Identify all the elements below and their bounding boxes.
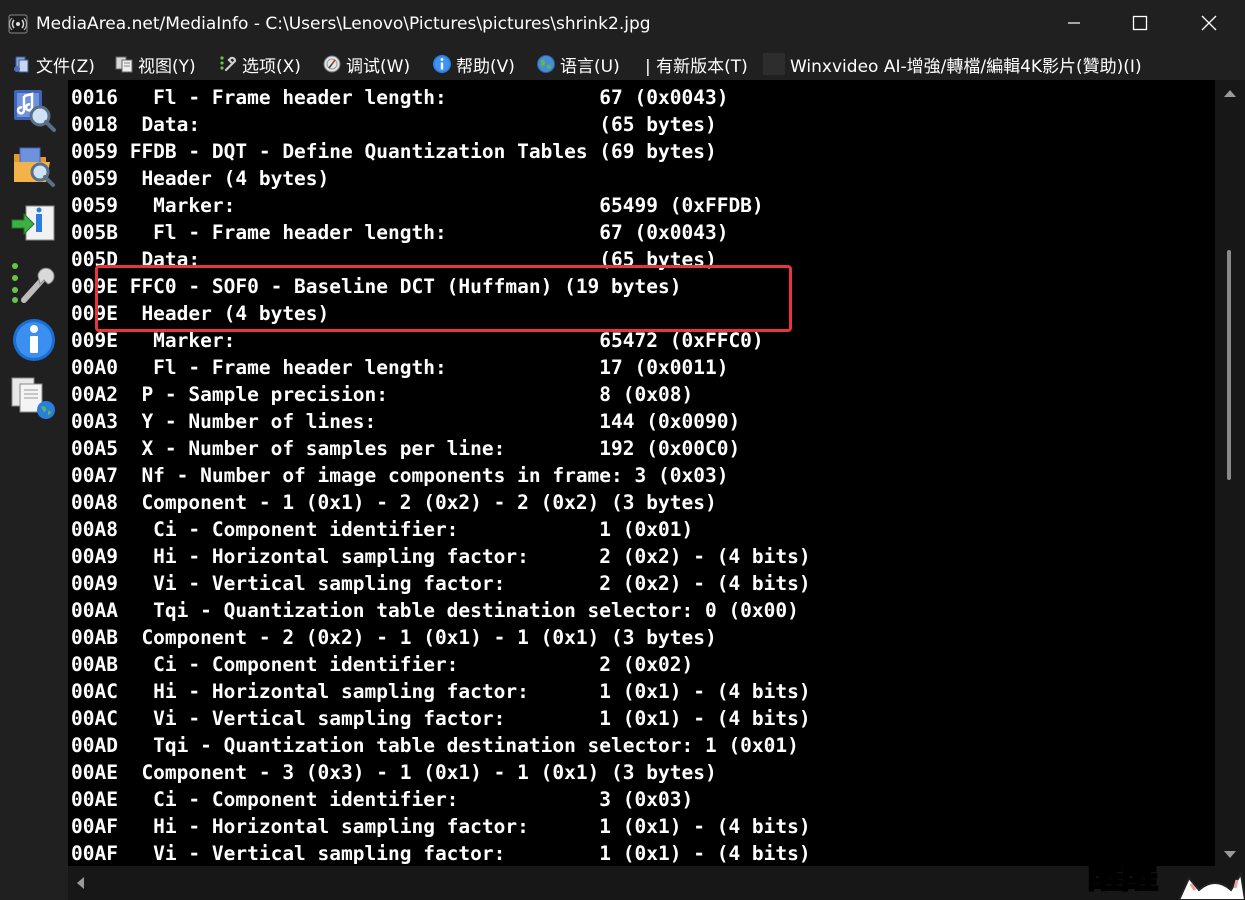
menu-help-label: 帮助(V) <box>456 56 515 77</box>
file-icon <box>12 54 32 74</box>
info-line: 0018 Data: (65 bytes) <box>71 113 717 136</box>
info-line: 00AC Vi - Vertical sampling factor: 1 (0… <box>71 707 811 730</box>
info-line: 00AD Tqi - Quantization table destinatio… <box>71 734 799 757</box>
options-icon <box>218 54 238 74</box>
menu-view[interactable]: 视图(Y) <box>114 52 196 77</box>
info-line: 00A3 Y - Number of lines: 144 (0x0090) <box>71 410 741 433</box>
open-file-icon <box>14 90 56 132</box>
menu-view-label: 视图(Y) <box>138 56 196 77</box>
info-line: 00AF Hi - Horizontal sampling factor: 1 … <box>71 815 811 838</box>
close-icon <box>1201 15 1217 31</box>
vertical-scrollbar[interactable] <box>1215 80 1245 866</box>
minimize-button[interactable] <box>1051 0 1097 46</box>
menu-language[interactable]: 语言(U) <box>536 52 620 77</box>
menu-sponsor[interactable]: Winxvideo AI-增強/轉檔/編輯4K影片(贊助)(I) <box>763 52 1142 77</box>
sidebar-toolbar <box>0 80 68 900</box>
preferences-icon <box>12 263 55 303</box>
info-line: 0059 FFDB - DQT - Define Quantization Ta… <box>71 140 717 163</box>
info-line: 00AE Ci - Component identifier: 3 (0x03) <box>71 788 694 811</box>
sidebar-preferences-button[interactable] <box>10 258 58 306</box>
cat-mascot-icon <box>1177 871 1245 900</box>
maximize-button[interactable] <box>1117 0 1163 46</box>
sponsor-icon <box>763 53 785 75</box>
info-line: 00A2 P - Sample precision: 8 (0x08) <box>71 383 694 406</box>
menu-help[interactable]: 帮助(V) <box>432 52 515 77</box>
menu-sponsor-label: Winxvideo AI-增強/轉檔/編輯4K影片(贊助)(I) <box>790 56 1142 77</box>
info-line: 00AC Hi - Horizontal sampling factor: 1 … <box>71 680 811 703</box>
info-line: 00A8 Ci - Component identifier: 1 (0x01) <box>71 518 694 541</box>
vertical-scroll-thumb[interactable] <box>1227 250 1231 480</box>
menu-language-label: 语言(U) <box>560 56 620 77</box>
window-title: MediaArea.net/MediaInfo - C:\Users\Lenov… <box>36 14 651 34</box>
info-lines: 0016 Fl - Frame header length: 67 (0x004… <box>71 84 811 866</box>
web-icon <box>11 377 55 419</box>
menu-options-label: 选项(X) <box>242 56 301 77</box>
open-folder-icon <box>14 147 55 187</box>
info-line: 009E Marker: 65472 (0xFFC0) <box>71 329 764 352</box>
info-line: 00A8 Component - 1 (0x1) - 2 (0x2) - 2 (… <box>71 491 717 514</box>
info-line: 00AB Ci - Component identifier: 2 (0x02) <box>71 653 694 676</box>
info-line: 00AF Vi - Vertical sampling factor: 1 (0… <box>71 842 811 865</box>
watermark: 醒醒 <box>1087 846 1245 900</box>
info-line: 0059 Marker: 65499 (0xFFDB) <box>71 194 764 217</box>
info-line: 00A9 Vi - Vertical sampling factor: 2 (0… <box>71 572 811 595</box>
view-icon <box>114 54 134 74</box>
debug-icon <box>322 54 342 74</box>
info-text-view[interactable]: 0016 Fl - Frame header length: 67 (0x004… <box>68 80 1215 866</box>
menu-new-version[interactable]: | 有新版本(T) <box>645 52 748 77</box>
minimize-icon <box>1068 22 1080 24</box>
title-bar[interactable]: MediaArea.net/MediaInfo - C:\Users\Lenov… <box>0 0 1245 48</box>
mediainfo-app-icon <box>8 14 28 34</box>
export-icon <box>11 205 55 241</box>
help-icon <box>432 54 452 74</box>
maximize-icon <box>1132 15 1148 31</box>
info-line: 00AB Component - 2 (0x2) - 1 (0x1) - 1 (… <box>71 626 717 649</box>
horizontal-scrollbar[interactable] <box>68 866 1245 900</box>
info-line: 00A9 Hi - Horizontal sampling factor: 2 … <box>71 545 811 568</box>
info-line: 00A5 X - Number of samples per line: 192… <box>71 437 741 460</box>
sidebar-about-button[interactable] <box>10 316 58 364</box>
menu-debug-label: 调试(W) <box>346 56 411 77</box>
info-line: 00A7 Nf - Number of image components in … <box>71 464 729 487</box>
menu-file[interactable]: 文件(Z) <box>12 52 95 77</box>
info-line: 0059 Header (4 bytes) <box>71 167 330 190</box>
menu-bar: 文件(Z) 视图(Y) 选项(X) 调试(W) 帮助(V) 语言(U) | 有新… <box>0 48 1245 80</box>
sidebar-export-button[interactable] <box>10 200 58 248</box>
close-button[interactable] <box>1186 0 1232 46</box>
about-icon <box>13 319 55 361</box>
info-line: 005B Fl - Frame header length: 67 (0x004… <box>71 221 729 244</box>
info-line: 00A0 Fl - Frame header length: 17 (0x001… <box>71 356 729 379</box>
watermark-text: 醒醒 <box>1087 854 1159 897</box>
info-line: 0016 Fl - Frame header length: 67 (0x004… <box>71 86 729 109</box>
sidebar-web-button[interactable] <box>10 374 58 422</box>
info-line: 00AE Component - 3 (0x3) - 1 (0x1) - 1 (… <box>71 761 717 784</box>
info-line: 00AA Tqi - Quantization table destinatio… <box>71 599 799 622</box>
menu-file-label: 文件(Z) <box>36 56 95 77</box>
scroll-left-arrow-icon[interactable] <box>77 877 84 889</box>
info-line: 009E FFC0 - SOF0 - Baseline DCT (Huffman… <box>71 275 682 298</box>
menu-debug[interactable]: 调试(W) <box>322 52 411 77</box>
sidebar-open-file-button[interactable] <box>10 86 58 134</box>
sidebar-open-folder-button[interactable] <box>10 142 58 190</box>
menu-options[interactable]: 选项(X) <box>218 52 301 77</box>
language-icon <box>536 54 556 74</box>
info-line: 009E Header (4 bytes) <box>71 302 330 325</box>
scroll-up-arrow-icon[interactable] <box>1224 90 1236 97</box>
menu-new-version-label: | 有新版本(T) <box>645 56 748 77</box>
info-line: 005D Data: (65 bytes) <box>71 248 717 271</box>
